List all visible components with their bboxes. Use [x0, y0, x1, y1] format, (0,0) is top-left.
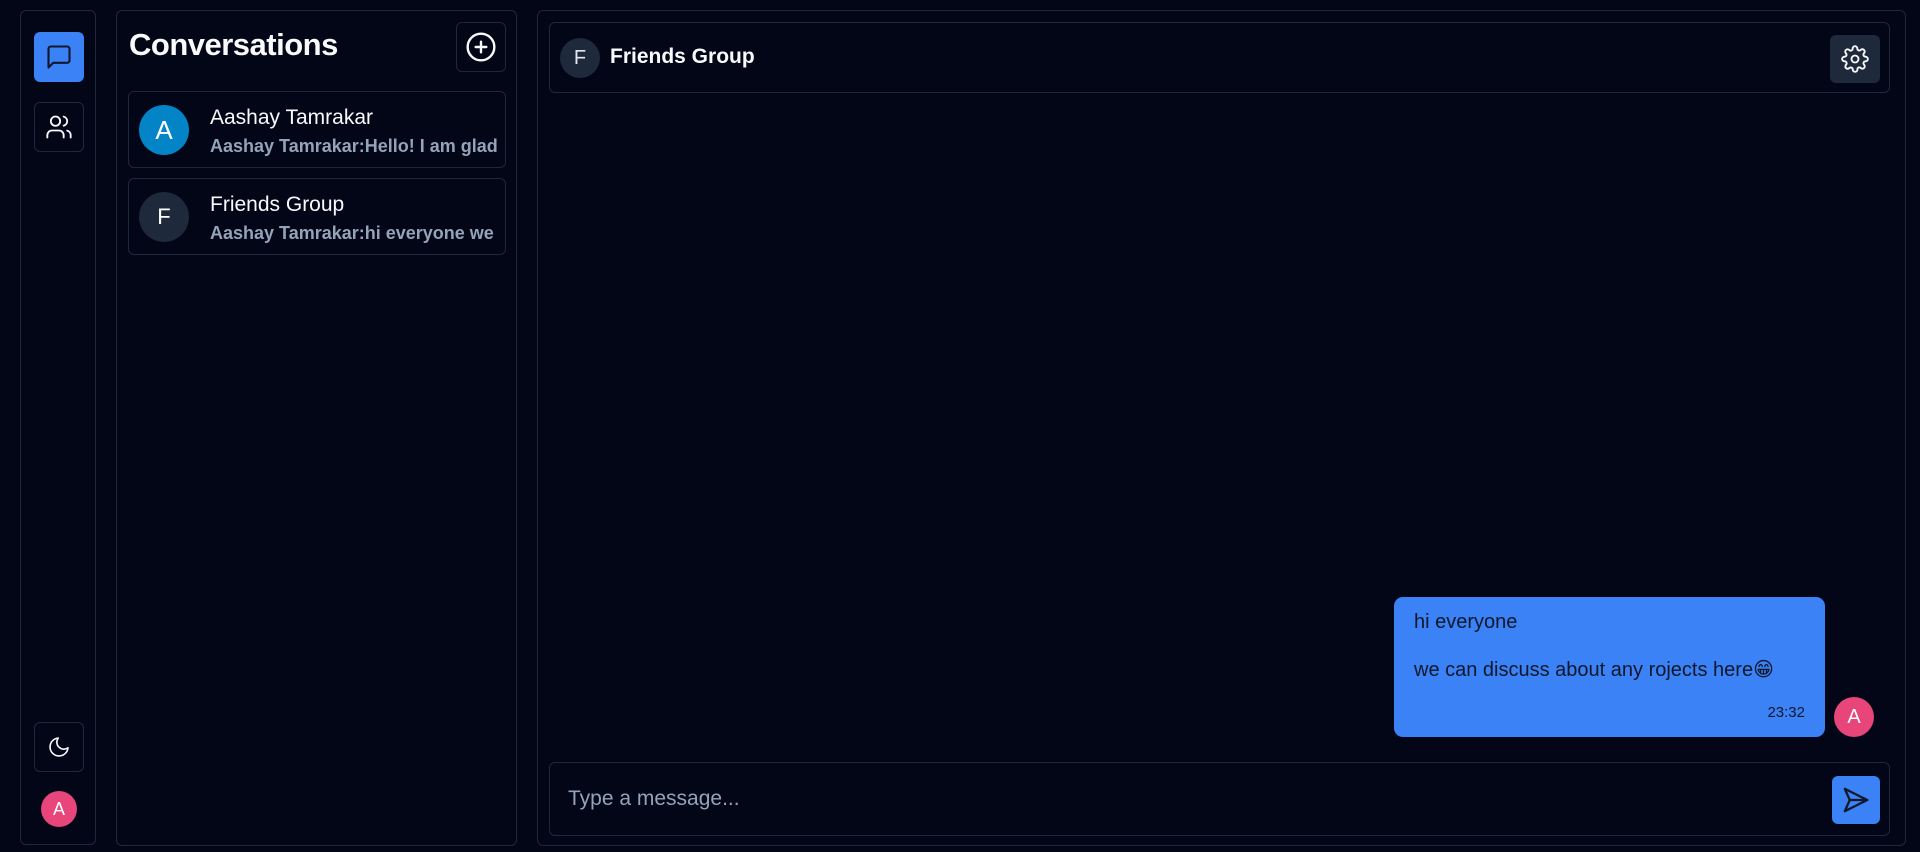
chat-header: F Friends Group — [549, 22, 1890, 93]
chat-avatar: F — [560, 38, 600, 78]
nav-rail: A — [20, 10, 96, 845]
theme-toggle-button[interactable] — [34, 722, 84, 772]
message-author-initial: A — [1847, 705, 1861, 728]
conversations-panel: Conversations A Aashay Tamrakar Aashay T… — [116, 10, 517, 846]
message-text-line: we can discuss about any rojects here😁 — [1414, 659, 1774, 681]
message-composer — [549, 762, 1890, 836]
user-avatar-initial: A — [52, 798, 65, 819]
message-text-line: hi everyone — [1414, 611, 1518, 633]
users-icon — [46, 115, 72, 139]
chat-avatar-initial: F — [573, 46, 587, 69]
conversation-name: Friends Group — [210, 193, 345, 216]
conversation-preview: Aashay Tamrakar:hi everyone we — [210, 223, 494, 243]
message-input[interactable] — [566, 773, 1796, 825]
conversation-avatar: A — [139, 105, 189, 155]
conversation-avatar-initial: A — [155, 114, 173, 145]
chat-settings-button[interactable] — [1830, 35, 1880, 83]
send-icon — [1843, 787, 1869, 813]
message-timestamp: 23:32 — [1767, 704, 1805, 721]
new-conversation-button[interactable] — [456, 22, 506, 72]
conversation-name: Aashay Tamrakar — [210, 106, 374, 129]
chat-panel: F Friends Group hi everyone we can discu… — [537, 10, 1906, 846]
conversation-item-friends-group[interactable]: F Friends Group Aashay Tamrakar:hi every… — [128, 178, 506, 255]
send-button[interactable] — [1832, 776, 1880, 824]
conversation-avatar-initial: F — [157, 204, 171, 229]
chats-nav-button[interactable] — [34, 32, 84, 82]
message-square-icon — [47, 45, 71, 69]
moon-icon — [49, 737, 69, 757]
plus-circle-icon — [466, 32, 496, 62]
user-avatar[interactable]: A — [41, 791, 77, 827]
contacts-nav-button[interactable] — [34, 102, 84, 152]
message-bubble: hi everyone we can discuss about any roj… — [1394, 597, 1825, 737]
chat-title: Friends Group — [610, 45, 755, 68]
conversation-item-aashay[interactable]: A Aashay Tamrakar Aashay Tamrakar:Hello!… — [128, 91, 506, 168]
conversations-title: Conversations — [129, 27, 338, 62]
conversation-preview: Aashay Tamrakar:Hello! I am glad — [210, 136, 498, 156]
gear-icon — [1841, 45, 1869, 73]
message-author-avatar: A — [1834, 697, 1874, 737]
conversation-avatar: F — [139, 192, 189, 242]
